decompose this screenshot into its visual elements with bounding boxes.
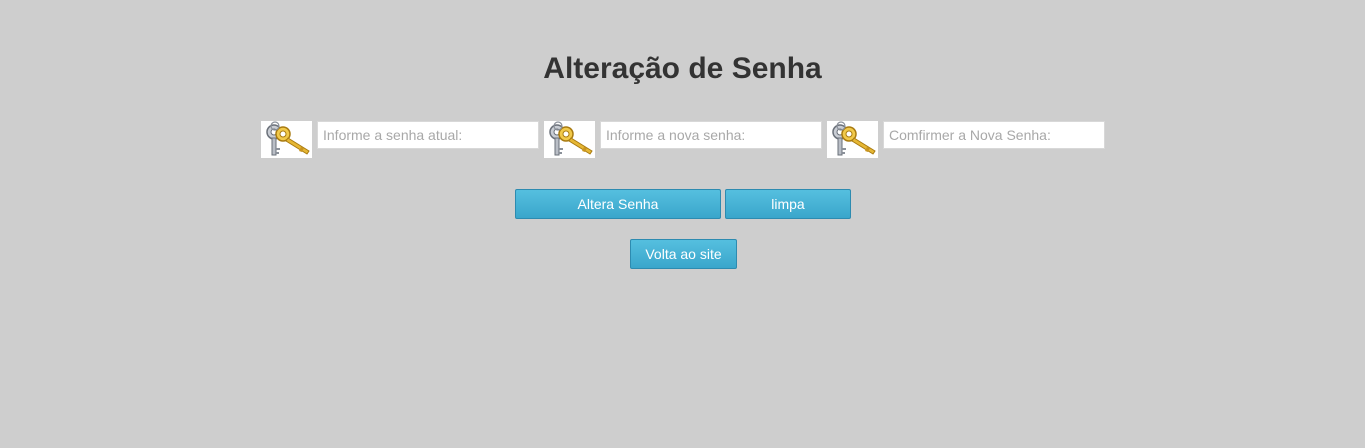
clear-button[interactable]: limpa	[725, 189, 851, 219]
change-password-button[interactable]: Altera Senha	[515, 189, 721, 219]
confirm-password-input[interactable]	[883, 121, 1105, 149]
current-password-input[interactable]	[317, 121, 539, 149]
page: Alteração de Senha Altera Senha limpa Vo…	[0, 0, 1365, 448]
back-to-site-button[interactable]: Volta ao site	[630, 239, 737, 269]
new-password-input[interactable]	[600, 121, 822, 149]
keys-icon	[261, 121, 312, 158]
keys-icon	[827, 121, 878, 158]
keys-icon	[544, 121, 595, 158]
page-title: Alteração de Senha	[543, 52, 822, 85]
